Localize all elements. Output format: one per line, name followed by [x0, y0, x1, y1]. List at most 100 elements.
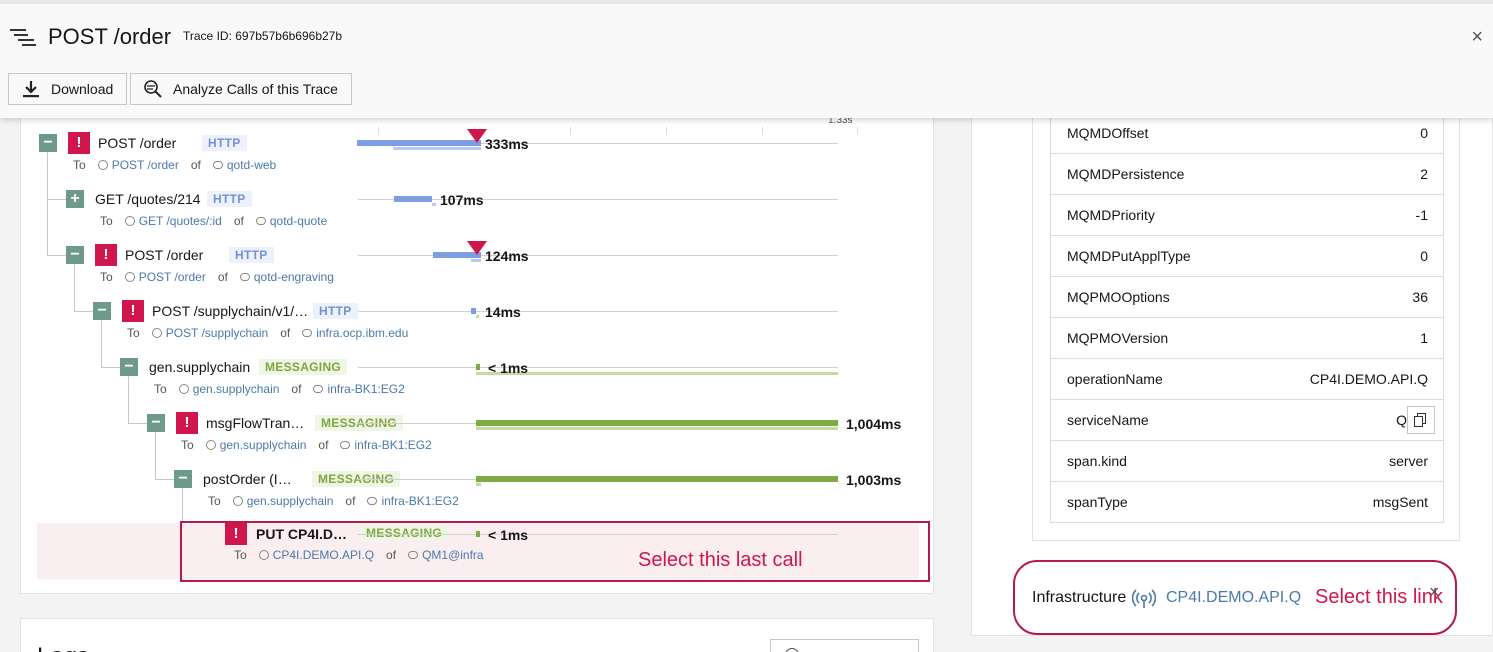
call-row[interactable]: − ! msgFlowTran… MESSAGING To gen.supply… [21, 411, 933, 467]
call-destination: To gen.supplychain of infra-BK1:EG2 [154, 382, 405, 396]
download-label: Download [51, 81, 114, 97]
service-link[interactable]: infra.ocp.ibm.edu [316, 326, 408, 340]
service-link[interactable]: infra-BK1:EG2 [327, 382, 404, 396]
call-row[interactable]: − postOrder (I… MESSAGING To gen.supplyc… [21, 467, 933, 523]
select-link-annotation: Select this link [1315, 586, 1443, 608]
to-label: To [100, 270, 113, 284]
collapse-toggle[interactable]: − [66, 246, 84, 264]
trace-id: Trace ID: 697b57b6b696b27b [183, 29, 343, 43]
call-row[interactable]: + GET /quotes/214 HTTP To GET /quotes/:i… [21, 187, 933, 243]
endpoint-icon [151, 328, 162, 338]
call-type-badge: MESSAGING [259, 359, 348, 375]
duration-bar [471, 308, 476, 314]
selection-annotation-box [180, 521, 930, 582]
endpoint-link[interactable]: gen.supplychain [247, 494, 334, 508]
select-last-call-annotation: Select this last call [638, 549, 803, 571]
call-name[interactable]: POST /order [125, 247, 203, 263]
tag-key: MQPMOOptions [1067, 289, 1170, 305]
to-label: To [100, 214, 113, 228]
to-label: To [73, 158, 86, 172]
duration-bar [476, 364, 480, 370]
tag-value: Q [1396, 412, 1407, 428]
endpoint-link[interactable]: POST /order [139, 270, 206, 284]
endpoint-link[interactable]: gen.supplychain [220, 438, 307, 452]
call-duration: 107ms [440, 192, 484, 208]
search-icon [785, 648, 799, 652]
service-link[interactable]: infra-BK1:EG2 [354, 438, 431, 452]
analyze-label: Analyze Calls of this Trace [173, 81, 338, 97]
call-row[interactable]: − ! POST /order HTTP To POST /order of q… [21, 241, 933, 299]
copy-button[interactable] [1407, 406, 1435, 434]
call-duration: 124ms [485, 248, 529, 264]
download-icon [23, 81, 39, 98]
endpoint-link[interactable]: POST /order [112, 158, 179, 172]
close-icon[interactable]: × [1429, 582, 1440, 603]
view-logs-button[interactable] [770, 639, 919, 652]
tag-row: MQMDPriority -1 [1050, 195, 1444, 236]
call-name[interactable]: GET /quotes/214 [95, 191, 201, 207]
endpoint-link[interactable]: POST /supplychain [166, 326, 269, 340]
endpoint-link[interactable]: GET /quotes/:id [139, 214, 222, 228]
call-name[interactable]: gen.supplychain [149, 359, 250, 375]
call-duration: < 1ms [488, 360, 529, 376]
service-icon [239, 273, 250, 281]
collapse-toggle[interactable]: − [147, 414, 165, 432]
tag-value: msgSent [1372, 494, 1428, 510]
call-type-badge: HTTP [202, 135, 247, 151]
call-name[interactable]: POST /supplychain/v1/… [152, 303, 308, 319]
call-duration: 1,003ms [846, 472, 902, 488]
call-duration: 333ms [485, 136, 529, 152]
trace-icon [10, 29, 36, 46]
call-name[interactable]: POST /order [98, 135, 176, 151]
of-label: of [291, 382, 302, 396]
call-destination: To POST /order of qotd-web [73, 158, 276, 172]
tag-key: MQMDPriority [1067, 207, 1155, 223]
collapse-toggle[interactable]: − [39, 134, 57, 152]
service-link[interactable]: infra-BK1:EG2 [381, 494, 458, 508]
self-time-bar [476, 427, 838, 430]
service-link[interactable]: qotd-quote [270, 214, 327, 228]
call-duration: 14ms [485, 304, 521, 320]
collapse-toggle[interactable]: − [120, 358, 138, 376]
of-label: of [190, 158, 201, 172]
queue-icon [1132, 589, 1156, 608]
call-name[interactable]: postOrder (I… [203, 471, 292, 487]
endpoint-icon [124, 216, 135, 226]
service-icon [367, 497, 378, 505]
error-marker-icon [467, 241, 487, 255]
call-name[interactable]: msgFlowTran… [206, 415, 304, 431]
tag-value: 36 [1412, 289, 1428, 305]
call-destination: To gen.supplychain of infra-BK1:EG2 [208, 494, 459, 508]
call-row[interactable]: − ! POST /order HTTP To POST /order of q… [21, 129, 933, 187]
tag-row: MQPMOOptions 36 [1050, 277, 1444, 318]
endpoint-link[interactable]: gen.supplychain [193, 382, 280, 396]
error-icon: ! [122, 300, 144, 322]
call-row[interactable]: − ! POST /supplychain/v1/… HTTP To POST … [21, 299, 933, 355]
duration-bar [476, 420, 838, 426]
infrastructure-link[interactable]: CP4I.DEMO.API.Q [1166, 589, 1301, 607]
of-label: of [233, 214, 244, 228]
service-link[interactable]: qotd-web [227, 158, 276, 172]
collapse-toggle[interactable]: − [93, 302, 111, 320]
error-marker-icon [467, 129, 487, 143]
timeline-track [358, 311, 838, 312]
collapse-toggle[interactable]: − [174, 470, 192, 488]
self-time-bar [476, 315, 479, 318]
call-duration: 1,004ms [846, 416, 902, 432]
tag-value: 2 [1420, 166, 1428, 182]
download-button[interactable]: Download [8, 73, 128, 105]
tag-value: 0 [1420, 125, 1428, 141]
call-row[interactable]: − gen.supplychain MESSAGING To gen.suppl… [21, 355, 933, 411]
analyze-icon [144, 80, 162, 98]
copy-icon [1414, 416, 1423, 427]
tag-row: serviceName Q [1050, 400, 1444, 441]
service-link[interactable]: qotd-engraving [254, 270, 334, 284]
close-icon[interactable]: × [1471, 26, 1483, 49]
call-destination: To GET /quotes/:id of qotd-quote [100, 214, 327, 228]
endpoint-icon [205, 440, 216, 450]
timeline-track [358, 255, 838, 256]
tag-key: MQMDPutApplType [1067, 248, 1191, 264]
self-time-bar [432, 203, 436, 206]
expand-toggle[interactable]: + [66, 190, 84, 208]
analyze-calls-button[interactable]: Analyze Calls of this Trace [130, 73, 352, 105]
